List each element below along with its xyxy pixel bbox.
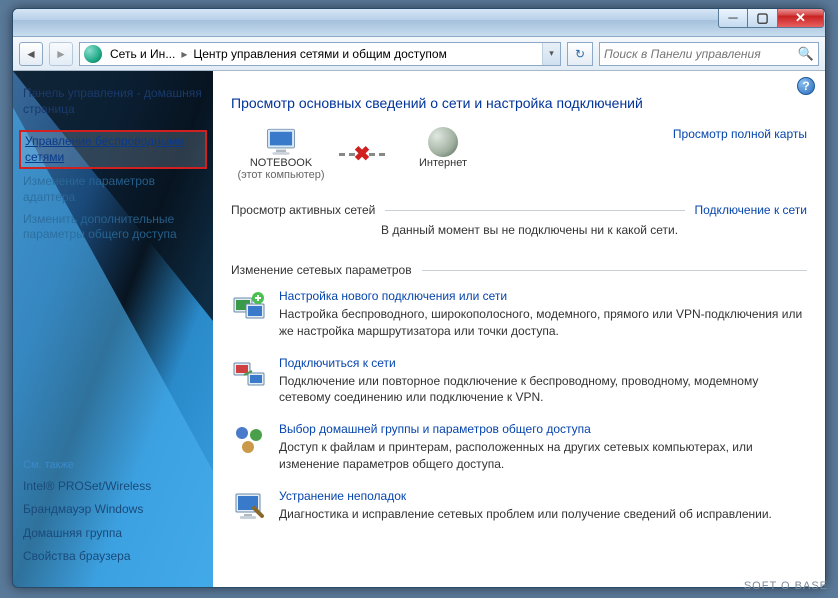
computer-icon <box>264 127 298 157</box>
sidebar: Панель управления - домашняя страница Уп… <box>13 71 213 587</box>
see-also-header: См. также <box>23 459 203 471</box>
address-dropdown[interactable]: ▾ <box>542 43 560 65</box>
seealso-homegroup[interactable]: Домашняя группа <box>23 522 203 546</box>
address-bar[interactable]: Сеть и Ин... ▸ Центр управления сетями и… <box>79 42 561 66</box>
titlebar: ─ ▢ ✕ <box>13 9 825 37</box>
connection-broken: ✖ <box>339 153 385 156</box>
new-connection-icon <box>231 289 267 325</box>
main-content: ? Просмотр основных сведений о сети и на… <box>213 71 825 587</box>
network-map: NOTEBOOK (этот компьютер) ✖ Интернет <box>231 127 807 181</box>
network-icon <box>84 45 102 63</box>
connect-network-icon <box>231 356 267 392</box>
sidebar-home[interactable]: Панель управления - домашняя страница <box>23 83 203 120</box>
change-settings-header: Изменение сетевых параметров <box>231 263 412 277</box>
option-connect-network[interactable]: Подключиться к сети Подключение или повт… <box>231 356 807 407</box>
breadcrumb-seg2[interactable]: Центр управления сетями и общим доступом <box>189 47 451 61</box>
breadcrumb-seg1[interactable]: Сеть и Ин... <box>106 47 179 61</box>
active-networks-header: Просмотр активных сетей <box>231 203 375 217</box>
help-icon[interactable]: ? <box>797 77 815 95</box>
option-homegroup[interactable]: Выбор домашней группы и параметров общег… <box>231 422 807 473</box>
globe-icon <box>428 127 458 157</box>
option-desc: Доступ к файлам и принтерам, расположенн… <box>279 439 807 473</box>
option-title[interactable]: Устранение неполадок <box>279 489 807 503</box>
disconnect-icon: ✖ <box>354 142 371 167</box>
refresh-button[interactable]: ↻ <box>567 42 593 66</box>
node-internet[interactable]: Интернет <box>393 127 493 181</box>
minimize-button[interactable]: ─ <box>718 8 748 28</box>
sidebar-item-wireless[interactable]: Управление беспроводными сетями <box>19 130 207 169</box>
search-icon: 🔍 <box>798 46 814 62</box>
troubleshoot-icon <box>231 489 267 525</box>
maximize-button[interactable]: ▢ <box>748 8 778 28</box>
sidebar-item-adapter[interactable]: Изменение параметров адаптера <box>23 171 203 208</box>
chevron-icon: ▸ <box>179 47 189 61</box>
node-sublabel: (этот компьютер) <box>237 169 324 181</box>
toolbar: ◄ ► Сеть и Ин... ▸ Центр управления сетя… <box>13 37 825 71</box>
option-new-connection[interactable]: Настройка нового подключения или сети На… <box>231 289 807 340</box>
option-title[interactable]: Настройка нового подключения или сети <box>279 289 807 303</box>
back-button[interactable]: ◄ <box>19 42 43 66</box>
close-button[interactable]: ✕ <box>778 8 824 28</box>
node-label: NOTEBOOK <box>250 157 312 169</box>
homegroup-icon <box>231 422 267 458</box>
node-label: Интернет <box>419 157 467 169</box>
option-title[interactable]: Выбор домашней группы и параметров общег… <box>279 422 807 436</box>
no-network-note: В данный момент вы не подключены ни к ка… <box>231 217 807 241</box>
seealso-browser[interactable]: Свойства браузера <box>23 545 203 569</box>
option-troubleshoot[interactable]: Устранение неполадок Диагностика и испра… <box>231 489 807 525</box>
option-desc: Подключение или повторное подключение к … <box>279 373 807 407</box>
seealso-firewall[interactable]: Брандмауэр Windows <box>23 498 203 522</box>
search-box[interactable]: 🔍 <box>599 42 819 66</box>
control-panel-window: ─ ▢ ✕ ◄ ► Сеть и Ин... ▸ Центр управлени… <box>12 8 826 588</box>
seealso-intel[interactable]: Intel® PROSet/Wireless <box>23 475 203 499</box>
forward-button[interactable]: ► <box>49 42 73 66</box>
page-title: Просмотр основных сведений о сети и наст… <box>231 95 807 111</box>
watermark: SOFT O BASE <box>744 580 828 592</box>
search-input[interactable] <box>604 47 798 61</box>
option-desc: Настройка беспроводного, широкополосного… <box>279 306 807 340</box>
option-desc: Диагностика и исправление сетевых пробле… <box>279 506 807 523</box>
option-title[interactable]: Подключиться к сети <box>279 356 807 370</box>
connect-to-network-link[interactable]: Подключение к сети <box>695 203 807 217</box>
sidebar-item-sharing[interactable]: Изменить дополнительные параметры общего… <box>23 209 203 246</box>
node-this-pc[interactable]: NOTEBOOK (этот компьютер) <box>231 127 331 181</box>
